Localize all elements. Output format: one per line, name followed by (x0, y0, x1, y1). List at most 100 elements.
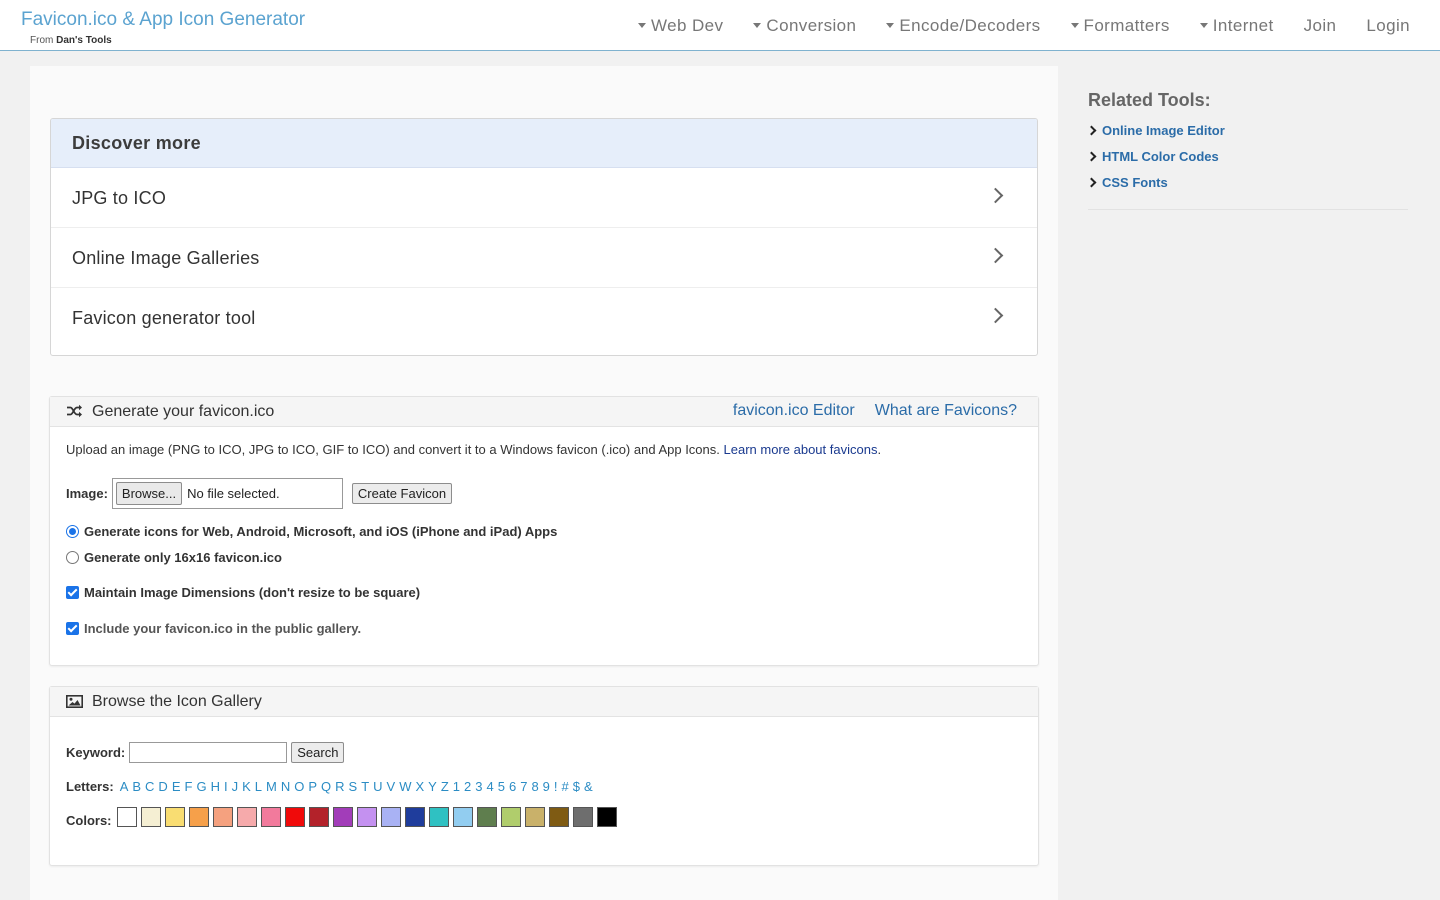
learn-more-link[interactable]: Learn more about favicons (724, 442, 878, 457)
color-swatch[interactable] (164, 807, 185, 827)
letter-link[interactable]: F (184, 779, 192, 794)
color-swatch[interactable] (212, 807, 233, 827)
letter-link[interactable]: C (145, 779, 154, 794)
file-input[interactable]: Browse... No file selected. (111, 478, 343, 509)
color-swatch[interactable] (596, 807, 617, 827)
letter-link[interactable]: 2 (464, 779, 471, 794)
related-link-label[interactable]: Online Image Editor (1102, 123, 1225, 138)
letter-link[interactable]: 3 (475, 779, 482, 794)
letter-link[interactable]: 7 (520, 779, 527, 794)
nav-join[interactable]: Join (1289, 16, 1352, 36)
radio-all-icons[interactable] (66, 525, 79, 538)
color-swatch[interactable] (260, 807, 281, 827)
letter-link[interactable]: Y (428, 779, 437, 794)
color-swatch[interactable] (452, 807, 473, 827)
discover-item-image-galleries[interactable]: Online Image Galleries (51, 228, 1037, 288)
nav-encode-decoders[interactable]: Encode/Decoders (871, 16, 1055, 36)
option-16x16[interactable]: Generate only 16x16 favicon.ico (66, 550, 282, 565)
color-swatch[interactable] (188, 807, 209, 827)
letter-link[interactable]: P (308, 779, 317, 794)
discover-item-jpg-to-ico[interactable]: JPG to ICO (51, 168, 1037, 228)
letter-link[interactable]: U (373, 779, 382, 794)
letter-link[interactable]: E (172, 779, 181, 794)
letter-link[interactable]: B (132, 779, 141, 794)
favicon-editor-link[interactable]: favicon.ico Editor (733, 402, 855, 420)
letter-link[interactable]: N (281, 779, 290, 794)
letter-link[interactable]: G (196, 779, 206, 794)
generate-panel-title: Generate your favicon.ico (92, 403, 275, 420)
color-swatches (116, 807, 617, 827)
letter-link[interactable]: M (266, 779, 277, 794)
letter-link[interactable]: ! (554, 779, 558, 794)
radio-16x16[interactable] (66, 551, 79, 564)
color-swatch[interactable] (404, 807, 425, 827)
letter-link[interactable]: I (224, 779, 228, 794)
letter-link[interactable]: J (232, 779, 239, 794)
keyword-input[interactable] (129, 742, 288, 763)
color-swatch[interactable] (308, 807, 329, 827)
what-are-favicons-link[interactable]: What are Favicons? (875, 402, 1017, 420)
letter-link[interactable]: Q (321, 779, 331, 794)
related-link-label[interactable]: CSS Fonts (1102, 175, 1168, 190)
nav-conversion[interactable]: Conversion (738, 16, 871, 36)
search-button[interactable]: Search (291, 742, 345, 763)
checkbox-maintain-dimensions[interactable] (66, 586, 79, 599)
letter-link[interactable]: 1 (453, 779, 460, 794)
nav-web-dev[interactable]: Web Dev (623, 16, 738, 36)
letter-link[interactable]: X (416, 779, 425, 794)
color-swatch[interactable] (476, 807, 497, 827)
letter-link[interactable]: 6 (509, 779, 516, 794)
letter-link[interactable]: $ (573, 779, 580, 794)
color-swatch[interactable] (356, 807, 377, 827)
letter-link[interactable]: R (335, 779, 344, 794)
letter-link[interactable]: S (349, 779, 358, 794)
letter-link[interactable]: D (158, 779, 167, 794)
color-swatch[interactable] (548, 807, 569, 827)
nav-formatters[interactable]: Formatters (1056, 16, 1185, 36)
color-swatch[interactable] (572, 807, 593, 827)
color-swatch[interactable] (524, 807, 545, 827)
letter-link[interactable]: 8 (531, 779, 538, 794)
nav-label: Encode/Decoders (899, 15, 1041, 35)
color-swatch[interactable] (428, 807, 449, 827)
option-maintain-dimensions[interactable]: Maintain Image Dimensions (don't resize … (66, 585, 420, 600)
nav-internet[interactable]: Internet (1185, 16, 1289, 36)
related-link-label[interactable]: HTML Color Codes (1102, 149, 1219, 164)
letter-link[interactable]: Z (441, 779, 449, 794)
letter-link[interactable]: & (584, 779, 593, 794)
letter-link[interactable]: 5 (498, 779, 505, 794)
letter-link[interactable]: 9 (543, 779, 550, 794)
letter-link[interactable]: L (255, 779, 262, 794)
discover-item-favicon-tool[interactable]: Favicon generator tool (51, 288, 1037, 348)
letter-link[interactable]: V (387, 779, 396, 794)
letter-link[interactable]: A (120, 779, 129, 794)
color-swatch[interactable] (284, 807, 305, 827)
site-title-link[interactable]: Favicon.ico & App Icon Generator (21, 9, 305, 31)
color-swatch[interactable] (500, 807, 521, 827)
letter-link[interactable]: 4 (487, 779, 494, 794)
letter-links: A B C D E F G H I J K L M N O P Q R S T U V W X Y Z 1 2 3 4 5 6 7 8 9! # $ & (120, 779, 597, 794)
color-swatch[interactable] (116, 807, 137, 827)
browse-button[interactable]: Browse... (115, 482, 183, 505)
letter-link[interactable]: H (211, 779, 220, 794)
discover-item-label: Favicon generator tool (72, 308, 256, 328)
related-link-html-color-codes[interactable]: HTML Color Codes (1086, 143, 1408, 169)
color-swatch[interactable] (380, 807, 401, 827)
related-link-css-fonts[interactable]: CSS Fonts (1086, 169, 1408, 195)
related-link-image-editor[interactable]: Online Image Editor (1086, 117, 1408, 143)
color-swatch[interactable] (332, 807, 353, 827)
letter-link[interactable]: K (242, 779, 251, 794)
letter-link[interactable]: O (294, 779, 304, 794)
letter-link[interactable]: W (399, 779, 411, 794)
option-include-gallery[interactable]: Include your favicon.ico in the public g… (66, 621, 361, 636)
letter-link[interactable]: T (361, 779, 369, 794)
option-label: Maintain Image Dimensions (don't resize … (84, 585, 421, 600)
nav-login[interactable]: Login (1351, 16, 1425, 36)
option-all-icons[interactable]: Generate icons for Web, Android, Microso… (66, 524, 557, 539)
color-swatch[interactable] (140, 807, 161, 827)
color-swatch[interactable] (236, 807, 257, 827)
letter-link[interactable]: # (562, 779, 569, 794)
caret-down-icon (886, 23, 895, 28)
checkbox-include-gallery[interactable] (66, 622, 79, 635)
create-favicon-button[interactable]: Create Favicon (351, 483, 453, 504)
